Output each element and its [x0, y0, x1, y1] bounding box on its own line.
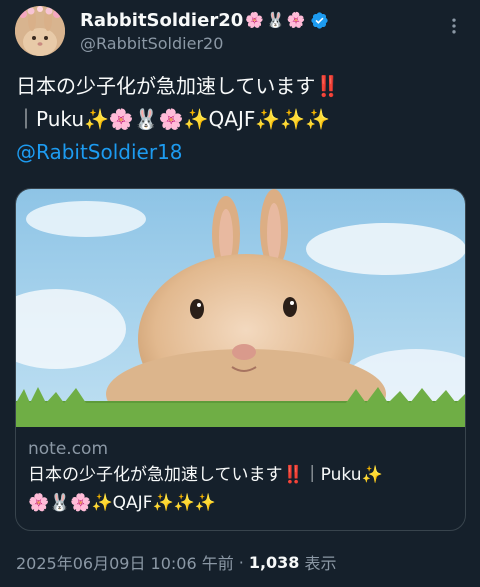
link-preview-card[interactable]: note.com 日本の少子化が急加速しています‼️｜Puku✨ 🌸🐰🌸✨QAJ… — [15, 188, 466, 531]
tweet-text: 日本の少子化が急加速しています‼️ ｜Puku✨🌸🐰🌸✨QAJF✨✨✨ @Rab… — [16, 70, 466, 169]
card-footer: note.com 日本の少子化が急加速しています‼️｜Puku✨ 🌸🐰🌸✨QAJ… — [16, 427, 465, 517]
views-count: 1,038 — [248, 552, 300, 572]
card-double-exclamation-emoji: ‼️ — [282, 465, 304, 485]
more-options-icon[interactable] — [442, 14, 466, 38]
tweet-line-1: 日本の少子化が急加速しています‼️ — [16, 70, 466, 103]
card-title-line-1-suffix: ｜Puku✨ — [303, 465, 383, 485]
name-emoji-flower-2: 🌸 — [286, 10, 306, 29]
meta-separator: · — [238, 552, 244, 572]
tweet-line-2-emojis: ✨🌸🐰🌸✨ — [84, 107, 209, 131]
tweet-line-2-suffix: QAJF — [208, 107, 256, 131]
verified-badge-icon — [310, 11, 329, 30]
name-emoji-rabbit: 🐰 — [265, 10, 285, 29]
tweet-line-2: ｜Puku✨🌸🐰🌸✨QAJF✨✨✨ — [16, 103, 466, 136]
name-emoji-flower-1: 🌸 — [245, 10, 264, 29]
display-name[interactable]: RabbitSoldier20 — [80, 10, 243, 31]
double-exclamation-emoji: ‼️ — [315, 74, 341, 98]
tweet-line-2-prefix: ｜Puku — [16, 107, 85, 131]
card-title-line-2: 🌸🐰🌸✨QAJF✨✨✨ — [28, 493, 216, 513]
card-domain[interactable]: note.com — [28, 437, 452, 461]
card-rabbit-image — [16, 189, 465, 427]
avatar[interactable] — [15, 6, 65, 56]
tweet-line-1-text: 日本の少子化が急加速しています — [16, 74, 316, 98]
author-handle[interactable]: @RabbitSoldier20 — [80, 34, 223, 53]
timestamp[interactable]: 2025年06月09日 10:06 午前 — [16, 550, 234, 574]
tweet-meta: 2025年06月09日 10:06 午前 · 1,038 表示 — [16, 550, 336, 574]
card-title-line-1-text: 日本の少子化が急加速しています — [28, 465, 283, 485]
views-label: 表示 — [304, 554, 337, 573]
mention-link[interactable]: @RabitSoldier18 — [16, 136, 466, 169]
author-name-row[interactable]: RabbitSoldier20 🌸 🐰 🌸 — [80, 7, 329, 33]
avatar-rabbit-image — [15, 6, 65, 56]
card-title[interactable]: 日本の少子化が急加速しています‼️｜Puku✨ 🌸🐰🌸✨QAJF✨✨✨ — [28, 461, 452, 517]
tweet: RabbitSoldier20 🌸 🐰 🌸 @RabbitSoldier20 日… — [0, 0, 480, 587]
tweet-line-2-sparkles: ✨✨✨ — [255, 107, 331, 131]
card-title-line-1: 日本の少子化が急加速しています‼️｜Puku✨ — [28, 461, 452, 489]
